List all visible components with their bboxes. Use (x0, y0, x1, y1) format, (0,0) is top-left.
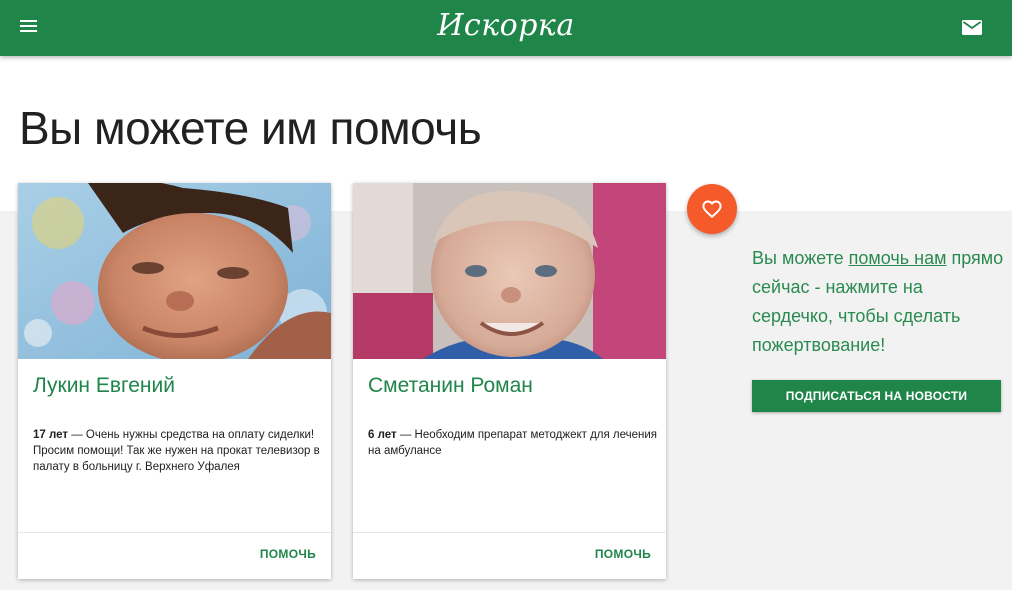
heart-icon (702, 200, 722, 218)
subscribe-news-button[interactable]: ПОДПИСАТЬСЯ НА НОВОСТИ (752, 380, 1001, 412)
mail-icon[interactable] (962, 20, 982, 35)
donate-link[interactable]: помочь нам (849, 248, 947, 268)
donation-prompt-text: Вы можете (752, 248, 849, 268)
child-age: 17 лет (33, 429, 69, 441)
child-age: 6 лет (368, 429, 397, 441)
child-name[interactable]: Лукин Евгений (33, 372, 175, 400)
child-description: 6 лет — Необходим препарат методжект для… (368, 427, 658, 459)
child-photo (353, 183, 666, 359)
child-description-text: — Необходим препарат методжект для лечен… (368, 429, 658, 457)
help-button[interactable]: ПОМОЧЬ (260, 547, 316, 561)
card-actions: ПОМОЧЬ (353, 532, 666, 579)
child-description-text: — Очень нужны средства на оплату сиделки… (33, 429, 320, 473)
child-photo (18, 183, 331, 359)
donate-heart-button[interactable] (687, 184, 737, 234)
site-logo[interactable]: Искорка (0, 4, 1012, 48)
child-card: Сметанин Роман 6 лет — Необходим препара… (353, 183, 666, 579)
donation-prompt: Вы можете помочь нам прямо сейчас - нажм… (752, 244, 1008, 360)
top-app-bar: Искорка (0, 0, 1012, 56)
child-card: Лукин Евгений 17 лет — Очень нужны средс… (18, 183, 331, 579)
child-name[interactable]: Сметанин Роман (368, 372, 533, 400)
card-actions: ПОМОЧЬ (18, 532, 331, 579)
page-title: Вы можете им помочь (19, 102, 482, 154)
help-button[interactable]: ПОМОЧЬ (595, 547, 651, 561)
child-description: 17 лет — Очень нужны средства на оплату … (33, 427, 323, 475)
